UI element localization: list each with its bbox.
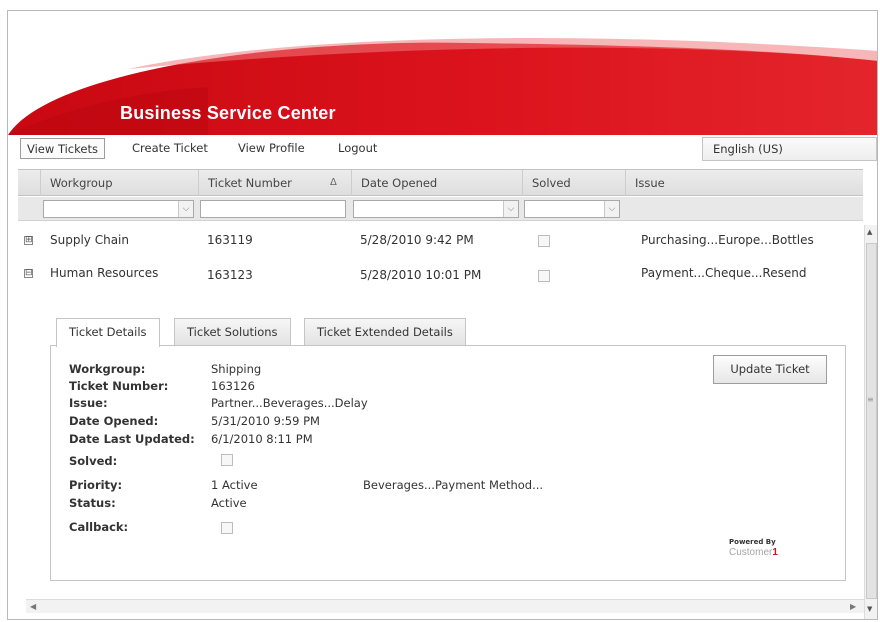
cell-date-opened: 5/28/2010 9:42 PM [360, 233, 474, 247]
ticket-details-panel: Workgroup: Shipping Ticket Number: 16312… [50, 345, 846, 581]
label-ticket-number: Ticket Number: [69, 379, 169, 393]
column-header-label: Solved [532, 176, 571, 190]
vertical-scrollbar[interactable]: ▲ ≡ ▼ [864, 225, 877, 619]
update-ticket-button[interactable]: Update Ticket [713, 355, 827, 384]
tab-ticket-extended-details[interactable]: Ticket Extended Details [304, 318, 466, 345]
table-row[interactable]: ⊟ Human Resources 163123 5/28/2010 10:01… [18, 258, 863, 292]
sort-ascending-icon[interactable]: Δ [330, 170, 337, 196]
cell-issue: Purchasing...Europe...Bottles [641, 233, 814, 247]
solved-filter[interactable]: ⌵ [524, 200, 620, 218]
main-menu: View Tickets Create Ticket View Profile … [14, 135, 877, 163]
label-priority: Priority: [69, 478, 123, 492]
powered-by-label: Powered By [729, 538, 776, 546]
cell-date-opened: 5/28/2010 10:01 PM [360, 268, 482, 282]
tab-ticket-solutions[interactable]: Ticket Solutions [174, 318, 291, 345]
label-date-opened: Date Opened: [69, 414, 159, 428]
label-callback: Callback: [69, 520, 129, 534]
cell-ticket-number: 163123 [207, 268, 253, 282]
column-header-label: Issue [635, 176, 665, 190]
cell-ticket-number: 163119 [207, 233, 253, 247]
tickets-grid: Workgroup Ticket Number Δ Date Opened So… [18, 169, 863, 599]
filter-row: ⌵ ⌵ ⌵ [18, 197, 863, 221]
chevron-down-icon[interactable]: ⌵ [604, 201, 619, 217]
menu-view-tickets[interactable]: View Tickets [20, 138, 105, 159]
column-header-label: Date Opened [361, 176, 438, 190]
chevron-down-icon[interactable]: ⌵ [503, 201, 518, 217]
tab-ticket-details[interactable]: Ticket Details [56, 318, 160, 347]
brand-name: Customer [729, 547, 773, 558]
scroll-up-icon[interactable]: ▲ [867, 228, 872, 236]
cell-issue: Payment...Cheque...Resend [641, 266, 807, 280]
cell-workgroup: Supply Chain [50, 233, 129, 247]
label-issue: Issue: [69, 396, 108, 410]
brand-number: 1 [772, 547, 778, 558]
value-date-opened: 5/31/2010 9:59 PM [211, 414, 320, 428]
chevron-down-icon[interactable]: ⌵ [178, 201, 193, 217]
collapse-icon[interactable]: ⊟ [24, 269, 33, 278]
grid-header: Workgroup Ticket Number Δ Date Opened So… [18, 170, 863, 196]
value-status: Active [211, 496, 247, 510]
app-title: Business Service Center [120, 103, 336, 123]
label-date-last-updated: Date Last Updated: [69, 432, 195, 446]
menu-view-profile[interactable]: View Profile [232, 138, 311, 159]
column-header-solved[interactable]: Solved [522, 170, 625, 196]
brand-logo: Customer1 [729, 547, 778, 558]
value-priority: 1 Active [211, 478, 258, 492]
label-status: Status: [69, 496, 116, 510]
menu-create-ticket[interactable]: Create Ticket [126, 138, 214, 159]
workgroup-filter[interactable]: ⌵ [43, 200, 194, 218]
scroll-right-icon[interactable]: ▶ [850, 602, 856, 611]
column-header-workgroup[interactable]: Workgroup [40, 170, 198, 196]
value-workgroup: Shipping [211, 362, 262, 376]
column-header-date-opened[interactable]: Date Opened [351, 170, 522, 196]
language-selector[interactable]: English (US) [702, 137, 877, 161]
column-header-issue[interactable]: Issue [625, 170, 863, 196]
column-header-label: Ticket Number [208, 176, 292, 190]
value-date-last-updated: 6/1/2010 8:11 PM [211, 432, 313, 446]
column-header-label: Workgroup [50, 176, 113, 190]
ticket-detail-area: Ticket Details Ticket Solutions Ticket E… [50, 318, 846, 581]
value-ticket-number: 163126 [211, 379, 255, 393]
label-workgroup: Workgroup: [69, 362, 146, 376]
expand-icon[interactable]: ⊞ [24, 236, 33, 245]
column-header-ticket-number[interactable]: Ticket Number Δ [198, 170, 351, 196]
horizontal-scrollbar[interactable]: ◀ ▶ [26, 599, 864, 613]
table-row[interactable]: ⊞ Supply Chain 163119 5/28/2010 9:42 PM … [18, 224, 863, 258]
date-opened-filter[interactable]: ⌵ [353, 200, 519, 218]
scroll-left-icon[interactable]: ◀ [30, 602, 36, 611]
scroll-down-icon[interactable]: ▼ [867, 605, 872, 613]
app-window: Business Service Center View Tickets Cre… [7, 10, 878, 620]
solved-checkbox[interactable] [538, 270, 550, 282]
solved-checkbox[interactable] [221, 454, 233, 466]
menu-logout[interactable]: Logout [332, 138, 383, 159]
label-solved: Solved: [69, 454, 118, 468]
value-category: Beverages...Payment Method... [363, 478, 544, 492]
solved-checkbox[interactable] [538, 235, 550, 247]
header-banner: Business Service Center [8, 11, 877, 135]
value-issue: Partner...Beverages...Delay [211, 396, 368, 410]
cell-workgroup: Human Resources [50, 266, 159, 280]
ticket-number-filter[interactable] [200, 200, 346, 218]
callback-checkbox[interactable] [221, 522, 233, 534]
scrollbar-thumb[interactable] [866, 243, 877, 599]
grip-icon: ≡ [867, 395, 874, 404]
